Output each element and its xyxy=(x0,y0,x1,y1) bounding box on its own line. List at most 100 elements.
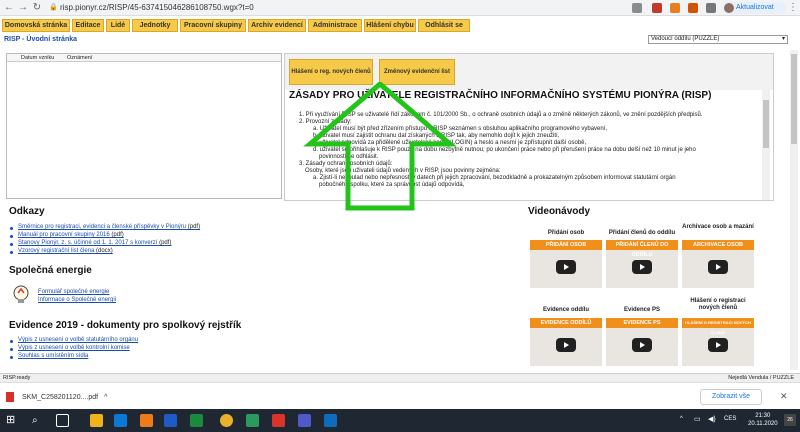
menu-item-people[interactable]: Lidé xyxy=(106,19,130,32)
file-explorer-icon[interactable] xyxy=(90,414,103,427)
extension-icon[interactable] xyxy=(670,3,680,13)
windows-start-icon[interactable]: ⊞ xyxy=(6,414,19,427)
outlook-icon[interactable] xyxy=(324,414,337,427)
clock[interactable]: 21:30 20.11.2020 xyxy=(748,412,778,428)
link-statutes[interactable]: Stanovy Pionýr, z. s. účinné od 1. 1. 20… xyxy=(18,240,171,246)
video-thumbnail-archive[interactable]: ARCHIVACE OSOB xyxy=(682,240,754,288)
menu-item-work-groups[interactable]: Pracovní skupiny xyxy=(180,19,246,32)
video-band: HLÁŠENÍ O REGISTRACI NOVÝCH ČLENŮ xyxy=(682,318,754,335)
taskbar: ⊞ ⌕ ^ ▭ ◀) CES 21:30 20.11.2020 26 xyxy=(0,409,800,432)
menu-item-logout[interactable]: Odhlásit se xyxy=(418,19,470,32)
chevron-up-icon[interactable]: ^ xyxy=(104,394,107,401)
play-icon[interactable] xyxy=(708,338,728,352)
acrobat-icon[interactable] xyxy=(272,414,285,427)
link-statutory-body[interactable]: Výpis z usnesení o volbě statutárního or… xyxy=(18,337,138,343)
bullet xyxy=(10,251,13,254)
excel-icon[interactable] xyxy=(190,414,203,427)
video-caption: Evidence oddílu xyxy=(542,307,589,313)
teams-icon[interactable] xyxy=(298,414,311,427)
link-control-committee[interactable]: Výpis z usnesení o volbě kontrolní komis… xyxy=(18,345,130,351)
status-bar: RISP.ready Nejedlá Vendula / PUZZLE xyxy=(0,373,800,382)
language-indicator[interactable]: CES xyxy=(724,416,736,422)
video-band: EVIDENCE ODDÍLŮ xyxy=(530,318,602,328)
network-icon[interactable]: ▭ xyxy=(694,415,701,423)
video-band: PŘIDÁNÍ ČLENŮ DO ODDÍLU xyxy=(606,240,678,258)
link-seat-consent[interactable]: Souhlas s umístěním sídla xyxy=(18,353,88,359)
lock-icon: 🔒 xyxy=(49,4,58,11)
back-icon[interactable]: ← xyxy=(3,2,15,14)
menu-item-administration[interactable]: Administrace xyxy=(308,19,362,32)
download-bar: SKM_C258201120....pdf ^ Zobrazit vše ✕ xyxy=(0,382,800,409)
bullet xyxy=(10,356,13,359)
column-header-notice[interactable]: Oznámení xyxy=(67,55,92,61)
link-directive[interactable]: Směrnice pro registraci, evidenci a člen… xyxy=(18,224,200,230)
lightbulb-icon xyxy=(13,285,29,303)
download-item[interactable]: SKM_C258201120....pdf ^ xyxy=(6,392,107,402)
clock-date: 20.11.2020 xyxy=(748,421,778,427)
video-thumbnail-add-persons[interactable]: PŘIDÁNÍ OSOB xyxy=(530,240,602,288)
reload-icon[interactable]: ↻ xyxy=(31,2,43,14)
extension-icon[interactable] xyxy=(688,3,698,13)
puzzle-icon[interactable] xyxy=(706,3,716,13)
menu-item-edit[interactable]: Editace xyxy=(72,19,104,32)
forward-icon[interactable]: → xyxy=(17,2,29,14)
clock-time: 21:30 xyxy=(755,413,771,419)
search-icon[interactable]: ⌕ xyxy=(32,414,45,427)
status-left: RISP.ready xyxy=(3,375,31,381)
url-bar[interactable]: 🔒 risp.pionyr.cz/RISP/45-637415046286108… xyxy=(46,2,446,14)
volume-icon[interactable]: ◀) xyxy=(708,415,716,423)
video-thumbnail-new-members-report[interactable]: HLÁŠENÍ O REGISTRACI NOVÝCH ČLENŮ xyxy=(682,318,754,366)
notification-center-icon[interactable]: 26 xyxy=(784,414,796,426)
play-icon[interactable] xyxy=(556,338,576,352)
link-energy-info[interactable]: Informace o Společné energii xyxy=(38,297,116,303)
close-icon[interactable]: ✕ xyxy=(780,391,788,402)
menu-dots-icon[interactable]: ⋮ xyxy=(787,2,799,14)
bullet xyxy=(10,235,13,238)
videos-title: Videonávody xyxy=(528,206,591,217)
video-caption: Evidence PS xyxy=(623,307,661,313)
edge-icon[interactable] xyxy=(114,414,127,427)
menu-item-archive[interactable]: Archiv evidencí xyxy=(248,19,306,32)
word-icon[interactable] xyxy=(164,414,177,427)
play-icon[interactable] xyxy=(556,260,576,274)
menu-item-units[interactable]: Jednotky xyxy=(132,19,178,32)
page-scrollbar[interactable] xyxy=(790,50,798,370)
video-band: PŘIDÁNÍ OSOB xyxy=(530,240,602,250)
menu-item-home[interactable]: Domovská stránka xyxy=(2,19,70,32)
play-icon[interactable] xyxy=(632,260,652,274)
video-thumbnail-ps-evidence[interactable]: EVIDENCE PS xyxy=(606,318,678,366)
update-button[interactable]: Aktualizovat xyxy=(722,2,786,14)
video-thumbnail-unit-evidence[interactable]: EVIDENCE ODDÍLŮ xyxy=(530,318,602,366)
link-energy-form[interactable]: Formulář společné energie xyxy=(38,289,109,295)
task-view-icon[interactable] xyxy=(56,414,69,427)
bullet xyxy=(10,227,13,230)
extension-icon[interactable] xyxy=(632,3,642,13)
vlc-icon[interactable] xyxy=(140,414,153,427)
show-all-button[interactable]: Zobrazit vše xyxy=(700,389,762,405)
chrome-icon[interactable] xyxy=(220,414,233,427)
unit-select[interactable]: Vedoucí oddílu (PUZZLE) ▾ xyxy=(648,35,788,44)
panel-scrollbar[interactable] xyxy=(762,90,770,200)
video-thumbnail-add-members[interactable]: PŘIDÁNÍ ČLENŮ DO ODDÍLU xyxy=(606,240,678,288)
tray-up-icon[interactable]: ^ xyxy=(680,416,683,422)
pdf-file-icon xyxy=(6,392,14,402)
link-manual[interactable]: Manuál pro pracovní skupiny 2016 (pdf) xyxy=(18,232,124,238)
link-registration-form[interactable]: Vzorový registrační list člena (docx) xyxy=(18,248,113,254)
play-icon[interactable] xyxy=(708,260,728,274)
video-caption: Přidání členů do oddílu xyxy=(608,230,676,236)
links-title: Odkazy xyxy=(9,206,45,217)
menu-item-report-bug[interactable]: Hlášení chybu xyxy=(364,19,416,32)
app-icon[interactable] xyxy=(246,414,259,427)
video-caption: Archivace osob a mazání xyxy=(682,224,754,230)
scrollbar-thumb[interactable] xyxy=(791,54,797,144)
page-title: RISP - Úvodní stránka xyxy=(4,36,78,43)
browser-toolbar: ← → ↻ 🔒 risp.pionyr.cz/RISP/45-637415046… xyxy=(0,0,800,16)
main-menu: Domovská stránka Editace Lidé Jednotky P… xyxy=(0,18,800,34)
play-icon[interactable] xyxy=(632,338,652,352)
column-header-date[interactable]: Datum vzniku xyxy=(21,55,54,61)
avatar xyxy=(724,3,734,13)
notifications-table: Datum vzniku Oznámení xyxy=(6,53,282,199)
unit-select-value: Vedoucí oddílu (PUZZLE) xyxy=(651,36,720,42)
scrollbar-thumb[interactable] xyxy=(763,100,769,148)
pdf-extension-icon[interactable] xyxy=(652,3,662,13)
